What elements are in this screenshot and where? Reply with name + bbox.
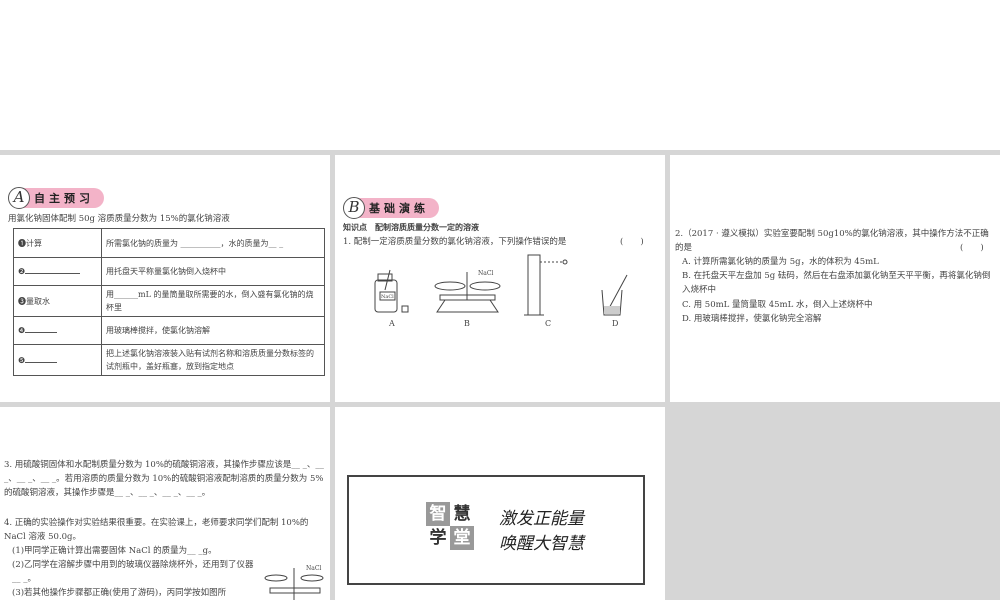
desc-cell: 把上述氯化钠溶液装入贴有试剂名称和溶质质量分数标签的试剂瓶中，盖好瓶塞，放到指定… bbox=[101, 344, 325, 376]
step-cell: ❺ bbox=[13, 344, 102, 376]
table-row: ❷ 用托盘天平称量氯化钠倒入烧杯中 bbox=[13, 257, 325, 286]
wisdom-logo: 智 慧 学 堂 bbox=[426, 502, 474, 550]
section-b-header: B 基础演练 bbox=[343, 197, 439, 219]
steps-table: ❶计算 所需氯化钠的质量为 __________，水的质量为__ _ ❷ 用托盘天平… bbox=[13, 228, 325, 376]
balance-icon: NaCl bbox=[264, 565, 324, 600]
table-row: ❹ 用玻璃棒搅拌，使氯化钠溶解 bbox=[13, 316, 325, 345]
table-row: ❶计算 所需氯化钠的质量为 __________，水的质量为__ _ bbox=[13, 228, 325, 258]
table-row: ❸量取水 用______mL 的量筒量取所需要的水，倒入盛有氯化钠的烧杯里 bbox=[13, 285, 325, 317]
step-num: ❷ bbox=[18, 267, 26, 276]
beaker-icon bbox=[601, 274, 628, 316]
bottle-label: NaCl bbox=[381, 294, 394, 300]
step-cell: ❶计算 bbox=[13, 228, 102, 258]
question-4-stem: 4. 正确的实验操作对实验结果很重要。在实验课上，老师要求同学们配制 10%的 … bbox=[4, 518, 309, 542]
step-cell: ❸量取水 bbox=[13, 285, 102, 317]
desc-cell: 用玻璃棒搅拌，使氯化钠溶解 bbox=[101, 316, 325, 345]
balance-label: NaCl bbox=[478, 270, 493, 277]
step-num: ❹ bbox=[18, 326, 26, 335]
blank bbox=[25, 324, 58, 333]
balance-icon bbox=[434, 272, 501, 313]
question-4-part-2: (2)乙同学在溶解步骤中用到的玻璃仪器除烧杯外，还用到了仪器__ _。 bbox=[12, 560, 254, 584]
option-c: C. 用 50mL 量筒量取 45mL 水，倒入上述烧杯中 bbox=[682, 300, 873, 310]
section-title: 自主预习 bbox=[24, 188, 104, 208]
logo-char: 慧 bbox=[453, 504, 471, 524]
question-4-part-1: (1)甲同学正确计算出需要固体 NaCl 的质量为__ _g。 bbox=[12, 546, 217, 556]
blank bbox=[25, 354, 58, 363]
panel-question-2: 2.（2017 · 遵义模拟）实验室要配制 50g10%的氯化钠溶液，其中操作方… bbox=[670, 155, 1000, 402]
fig-label-d: D bbox=[612, 319, 618, 328]
panel-questions-3-4: 3. 用硫酸铜固体和水配制质量分数为 10%的硫酸铜溶液，其操作步骤应该是__ … bbox=[0, 407, 330, 600]
step-cell: ❷ bbox=[13, 257, 102, 286]
step-cell: ❹ bbox=[13, 316, 102, 345]
question-3: 3. 用硫酸铜固体和水配制质量分数为 10%的硫酸铜溶液，其操作步骤应该是__ … bbox=[4, 460, 324, 498]
knowledge-point: 知识点 配制溶质质量分数一定的溶液 bbox=[343, 223, 479, 232]
slogan-line-2: 唤醒大智慧 bbox=[499, 534, 584, 554]
fig-label-a: A bbox=[388, 319, 395, 328]
option-a: A. 计算所需氯化钠的质量为 5g，水的体积为 45mL bbox=[682, 257, 879, 267]
section-title: 基础演练 bbox=[359, 198, 439, 218]
intro-text: 用氯化钠固体配制 50g 溶质质量分数为 15%的氯化钠溶液 bbox=[8, 214, 230, 224]
bottle-icon bbox=[374, 269, 409, 313]
question-4-part-3: (3)若其他操作步骤都正确(使用了游码)，丙同学按如图所 bbox=[12, 588, 227, 598]
logo-char: 堂 bbox=[450, 526, 474, 550]
option-b: B. 在托盘天平左盘加 5g 砝码，然后在右盘添加氯化钠至天平平衡，再将氯化钠倒… bbox=[682, 271, 991, 295]
desc-cell: 用______mL 的量筒量取所需要的水，倒入盛有氯化钠的烧杯里 bbox=[101, 285, 325, 317]
logo-char: 学 bbox=[429, 528, 447, 548]
q2-stem: 2.（2017 · 遵义模拟）实验室要配制 50g10%的氯化钠溶液，其中操作方… bbox=[675, 229, 989, 253]
lab-figures: NaCl NaCl A B C D bbox=[374, 254, 628, 328]
table-row: ❺ 把上述氯化钠溶液装入贴有试剂名称和溶质质量分数标签的试剂瓶中，盖好瓶塞，放到指… bbox=[13, 344, 325, 376]
cylinder-icon bbox=[524, 254, 568, 316]
option-d: D. 用玻璃棒搅拌，使氯化钠完全溶解 bbox=[682, 314, 822, 324]
logo-char: 智 bbox=[426, 502, 450, 526]
desc-cell: 所需氯化钠的质量为 __________，水的质量为__ _ bbox=[101, 228, 325, 258]
fig-label-c: C bbox=[545, 319, 551, 328]
blank-header bbox=[0, 0, 1000, 150]
panel-basic-practice: B 基础演练 知识点 配制溶质质量分数一定的溶液 1. 配制一定溶质质量分数的氯… bbox=[335, 155, 665, 402]
desc-cell: 用托盘天平称量氯化钠倒入烧杯中 bbox=[101, 257, 325, 286]
section-letter: A bbox=[8, 187, 30, 209]
blank bbox=[25, 265, 81, 274]
q1-text: 1. 配制一定溶质质量分数的氯化钠溶液，下列操作错误的是 bbox=[343, 237, 567, 247]
answer-paren: ( ) bbox=[960, 243, 984, 253]
panel-banner: 智 慧 学 堂 激发正能量 唤醒大智慧 bbox=[335, 407, 665, 600]
section-a-header: A 自主预习 bbox=[8, 187, 104, 209]
slogan: 激发正能量 唤醒大智慧 bbox=[499, 507, 584, 557]
section-letter: B bbox=[343, 197, 365, 219]
balance-label: NaCl bbox=[306, 565, 321, 572]
fig-label-b: B bbox=[464, 319, 470, 328]
answer-paren: ( ) bbox=[620, 237, 644, 247]
step-num: ❺ bbox=[18, 355, 26, 365]
decorative-frame: 智 慧 学 堂 激发正能量 唤醒大智慧 bbox=[347, 475, 645, 585]
slogan-line-1: 激发正能量 bbox=[499, 509, 584, 529]
question-1: 1. 配制一定溶质质量分数的氯化钠溶液，下列操作错误的是 bbox=[343, 235, 566, 249]
